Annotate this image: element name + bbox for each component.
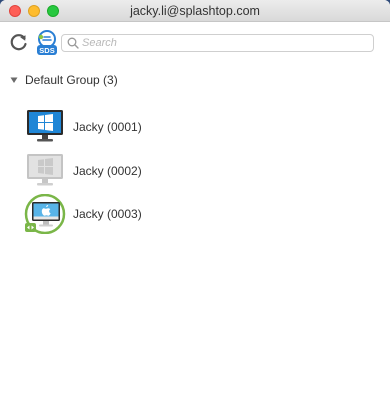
window-title: jacky.li@splashtop.com — [130, 4, 260, 18]
search-icon — [67, 37, 79, 49]
sds-label: SDS — [39, 46, 54, 55]
toolbar: SDS — [0, 22, 390, 64]
device-name: Jacky (0001) — [73, 120, 142, 134]
device-name: Jacky (0002) — [73, 164, 142, 178]
windows-computer-icon — [27, 110, 63, 142]
mac-computer-connected-icon — [24, 194, 66, 234]
sds-icon[interactable]: SDS — [35, 30, 59, 56]
search-field[interactable] — [61, 34, 374, 52]
app-window: jacky.li@splashtop.com SDS Default Group… — [0, 0, 390, 408]
search-input[interactable] — [82, 35, 367, 51]
connected-badge-icon — [25, 223, 36, 232]
device-item-jacky-0001[interactable]: Jacky (0001) — [24, 107, 364, 147]
title-bar: jacky.li@splashtop.com — [0, 0, 390, 22]
device-item-jacky-0002[interactable]: Jacky (0002) — [24, 151, 364, 191]
chevron-down-icon[interactable] — [10, 76, 18, 84]
device-name: Jacky (0003) — [73, 207, 142, 221]
windows-computer-offline-icon — [27, 154, 63, 186]
default-group-header[interactable]: Default Group (3) — [10, 72, 118, 88]
refresh-icon[interactable] — [9, 32, 29, 52]
group-label: Default Group (3) — [25, 73, 118, 87]
device-item-jacky-0003[interactable]: Jacky (0003) — [24, 194, 364, 234]
